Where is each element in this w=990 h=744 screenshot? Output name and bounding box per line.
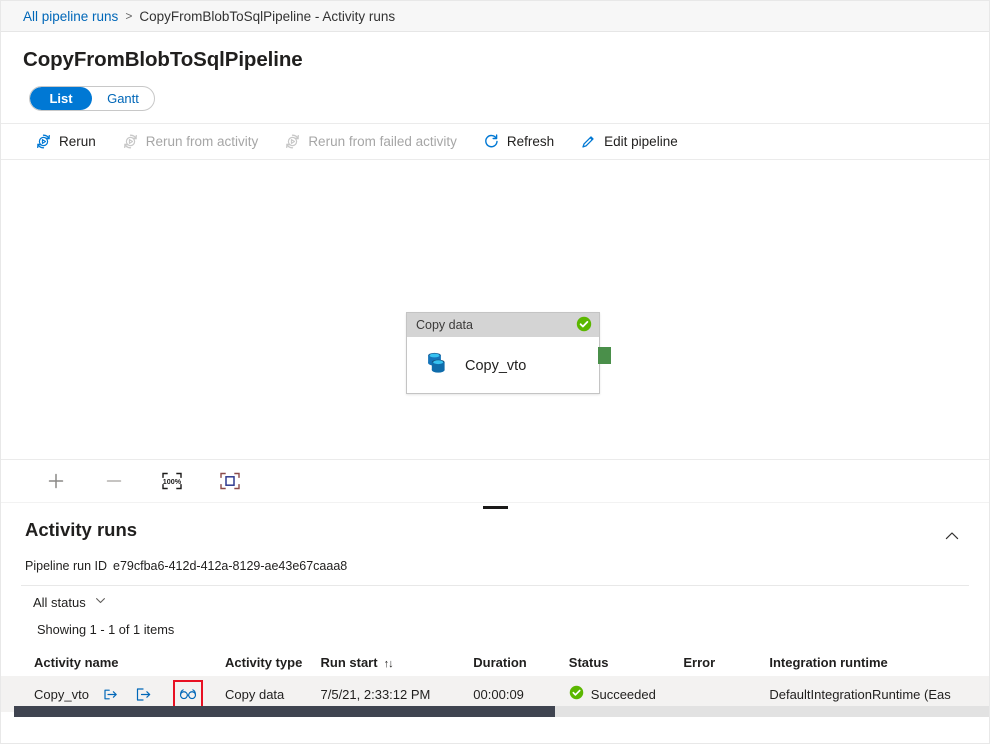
chevron-down-icon <box>94 594 107 610</box>
view-pivot: List Gantt <box>29 86 989 111</box>
activity-node-body: Copy_vto <box>407 337 599 394</box>
activity-runs-filter-bar: All status <box>21 585 969 618</box>
activity-runs-table: Activity name Activity type Run start↑↓ … <box>1 648 989 712</box>
chevron-up-icon[interactable] <box>943 519 967 550</box>
canvas-zoom-toolbar: 100% <box>1 459 989 502</box>
input-icon[interactable] <box>103 685 121 703</box>
rerun-from-failed-activity-label: Rerun from failed activity <box>308 134 457 149</box>
pipeline-run-id: Pipeline run ID e79cfba6-412d-412a-8129-a… <box>1 550 989 573</box>
rerun-button[interactable]: Rerun <box>35 124 96 159</box>
activity-runs-page: All pipeline runs > CopyFromBlobToSqlPip… <box>0 0 990 744</box>
pipeline-run-id-value: e79cfba6-412d-412a-8129-ae43e67caaa8 <box>113 559 347 573</box>
sort-arrows-icon: ↑↓ <box>384 658 393 670</box>
column-header-status[interactable]: Status <box>569 655 684 670</box>
pipeline-canvas[interactable]: Copy data <box>1 160 989 459</box>
rerun-from-failed-activity-icon <box>284 133 301 150</box>
success-check-icon <box>576 316 592 335</box>
cell-run-start: 7/5/21, 2:33:12 PM <box>321 687 474 702</box>
edit-pipeline-button[interactable]: Edit pipeline <box>580 124 678 159</box>
refresh-icon <box>483 133 500 150</box>
column-header-run-start[interactable]: Run start ↑↓ <box>321 655 474 670</box>
rerun-icon <box>35 133 52 150</box>
activity-node-type-label: Copy data <box>416 318 576 332</box>
tab-list[interactable]: List <box>30 87 92 110</box>
splitter-handle[interactable] <box>483 506 508 509</box>
column-header-error[interactable]: Error <box>683 655 769 670</box>
status-filter-label: All status <box>33 595 86 610</box>
activity-node-copy-vto[interactable]: Copy data <box>406 312 600 394</box>
breadcrumb-separator: > <box>125 9 132 23</box>
details-glasses-icon[interactable] <box>179 685 197 703</box>
column-header-duration[interactable]: Duration <box>473 655 569 670</box>
zoom-in-icon[interactable] <box>43 468 69 494</box>
bottom-filler <box>1 717 989 743</box>
column-header-run-start-label: Run start <box>321 655 378 670</box>
pipeline-run-id-label: Pipeline run ID <box>25 559 107 573</box>
rerun-from-activity-label: Rerun from activity <box>146 134 259 149</box>
status-badge-label: Succeeded <box>591 687 656 702</box>
svg-text:100%: 100% <box>163 477 182 486</box>
breadcrumb-link-all-pipeline-runs[interactable]: All pipeline runs <box>23 9 118 24</box>
activity-node-output-connector[interactable] <box>598 347 611 364</box>
status-badge-icon <box>569 685 584 703</box>
command-bar: Rerun Rerun from activity <box>1 123 989 160</box>
column-header-integration-runtime[interactable]: Integration runtime <box>769 655 989 670</box>
activity-runs-title: Activity runs <box>25 519 943 541</box>
tab-gantt[interactable]: Gantt <box>92 87 154 110</box>
edit-pipeline-label: Edit pipeline <box>604 134 678 149</box>
cell-integration-runtime: DefaultIntegrationRuntime (Eas <box>769 687 989 702</box>
cell-activity-type: Copy data <box>225 687 321 702</box>
status-filter-dropdown[interactable]: All status <box>33 594 107 610</box>
activity-runs-header: Activity runs <box>1 511 989 550</box>
table-header-row: Activity name Activity type Run start↑↓ … <box>1 648 989 676</box>
rerun-from-activity-icon <box>122 133 139 150</box>
cell-activity-name: Copy_vto <box>34 680 225 708</box>
horizontal-scrollbar[interactable] <box>14 706 989 717</box>
breadcrumb: All pipeline runs > CopyFromBlobToSqlPip… <box>1 1 989 32</box>
page-title: CopyFromBlobToSqlPipeline <box>23 48 989 72</box>
fit-to-screen-icon[interactable] <box>217 468 243 494</box>
copy-data-database-icon <box>421 348 451 383</box>
rerun-label: Rerun <box>59 134 96 149</box>
rerun-from-failed-activity-button: Rerun from failed activity <box>284 124 457 159</box>
cell-status: Succeeded <box>569 685 684 703</box>
horizontal-scrollbar-thumb[interactable] <box>14 706 555 717</box>
column-header-activity-name[interactable]: Activity name <box>34 655 225 670</box>
refresh-label: Refresh <box>507 134 554 149</box>
rerun-from-activity-button: Rerun from activity <box>122 124 259 159</box>
cell-duration: 00:00:09 <box>473 687 569 702</box>
cell-activity-name-text: Copy_vto <box>34 687 89 702</box>
row-action-icons <box>103 680 203 708</box>
activity-node-name: Copy_vto <box>465 358 526 374</box>
breadcrumb-current: CopyFromBlobToSqlPipeline - Activity run… <box>139 9 395 24</box>
output-icon[interactable] <box>135 685 153 703</box>
panel-splitter[interactable] <box>1 502 989 511</box>
activity-node-header: Copy data <box>407 313 599 337</box>
zoom-out-icon[interactable] <box>101 468 127 494</box>
pencil-icon <box>580 133 597 150</box>
zoom-to-100-percent-icon[interactable]: 100% <box>159 468 185 494</box>
column-header-activity-type[interactable]: Activity type <box>225 655 321 670</box>
details-action-highlight-box <box>173 680 203 708</box>
refresh-button[interactable]: Refresh <box>483 124 554 159</box>
showing-count: Showing 1 - 1 of 1 items <box>1 618 989 637</box>
